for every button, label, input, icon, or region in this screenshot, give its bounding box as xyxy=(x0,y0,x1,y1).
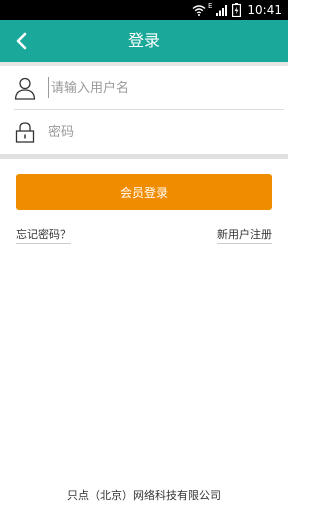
text-cursor xyxy=(48,77,49,98)
lock-icon xyxy=(15,122,35,143)
app-header: 登录 xyxy=(0,20,288,62)
register-link[interactable]: 新用户注册 xyxy=(217,228,272,244)
battery-icon xyxy=(232,3,242,17)
forgot-password-link[interactable]: 忘记密码？ xyxy=(16,228,71,244)
status-bar: E 10:41 xyxy=(0,0,288,20)
status-icons: E 10:41 xyxy=(192,0,282,20)
user-icon xyxy=(14,77,36,100)
form-bottom-divider xyxy=(0,154,288,159)
company-footer: 只点（北京）网络科技有限公司 xyxy=(67,489,221,502)
chevron-left-icon xyxy=(16,32,27,50)
network-type-label: E xyxy=(207,2,213,10)
username-row xyxy=(0,66,288,110)
wifi-icon xyxy=(192,5,206,16)
status-time: 10:41 xyxy=(247,3,282,17)
page-title: 登录 xyxy=(127,31,160,50)
password-input[interactable] xyxy=(48,122,273,142)
password-row xyxy=(0,110,288,154)
username-input[interactable] xyxy=(51,78,276,98)
signal-icon xyxy=(216,5,228,16)
member-login-button[interactable]: 会员登录 xyxy=(16,174,272,210)
back-button[interactable] xyxy=(4,20,40,62)
